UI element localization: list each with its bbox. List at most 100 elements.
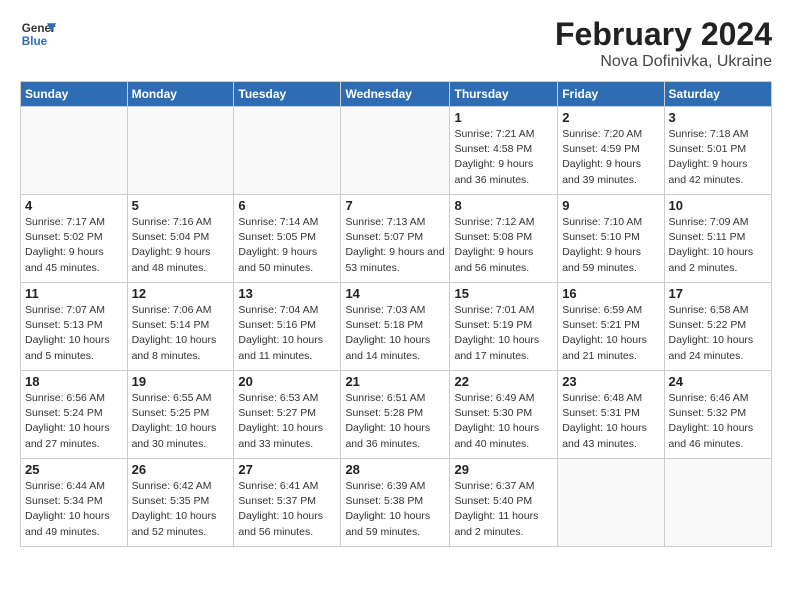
day-number: 28	[345, 462, 445, 477]
calendar-cell: 4 Sunrise: 7:17 AM Sunset: 5:02 PM Daylig…	[21, 195, 128, 283]
day-info: Sunrise: 6:41 AM Sunset: 5:37 PM Dayligh…	[238, 479, 336, 540]
day-number: 27	[238, 462, 336, 477]
calendar-cell: 18 Sunrise: 6:56 AM Sunset: 5:24 PM Dayli…	[21, 371, 128, 459]
calendar-cell: 3Sunrise: 7:18 AM Sunset: 5:01 PM Daylig…	[664, 107, 771, 195]
day-number: 29	[454, 462, 553, 477]
calendar-cell	[558, 459, 664, 547]
calendar-week-0: 1 Sunrise: 7:21 AM Sunset: 4:58 PM Daylig…	[21, 107, 772, 195]
svg-text:Blue: Blue	[22, 35, 48, 48]
day-info: Sunrise: 7:20 AM Sunset: 4:59 PM Dayligh…	[562, 127, 659, 188]
day-info: Sunrise: 7:12 AM Sunset: 5:08 PM Dayligh…	[454, 215, 553, 276]
calendar-header-friday: Friday	[558, 82, 664, 107]
day-info: Sunrise: 7:10 AM Sunset: 5:10 PM Dayligh…	[562, 215, 659, 276]
calendar-cell: 27 Sunrise: 6:41 AM Sunset: 5:37 PM Dayli…	[234, 459, 341, 547]
day-number: 5	[132, 198, 230, 213]
day-number: 17	[669, 286, 767, 301]
day-info: Sunrise: 6:59 AM Sunset: 5:21 PM Dayligh…	[562, 303, 659, 364]
title-area: February 2024 Nova Dofinivka, Ukraine	[555, 16, 772, 71]
calendar-header-sunday: Sunday	[21, 82, 128, 107]
day-number: 20	[238, 374, 336, 389]
day-number: 2	[562, 110, 659, 125]
calendar-cell: 13 Sunrise: 7:04 AM Sunset: 5:16 PM Dayli…	[234, 283, 341, 371]
day-info: Sunrise: 6:55 AM Sunset: 5:25 PM Dayligh…	[132, 391, 230, 452]
day-number: 1	[454, 110, 553, 125]
day-info: Sunrise: 6:37 AM Sunset: 5:40 PM Dayligh…	[454, 479, 553, 540]
day-info: Sunrise: 7:17 AM Sunset: 5:02 PM Dayligh…	[25, 215, 123, 276]
day-info: Sunrise: 6:48 AM Sunset: 5:31 PM Dayligh…	[562, 391, 659, 452]
calendar-cell: 29 Sunrise: 6:37 AM Sunset: 5:40 PM Dayli…	[450, 459, 558, 547]
day-number: 23	[562, 374, 659, 389]
day-number: 19	[132, 374, 230, 389]
page: General Blue February 2024 Nova Dofinivk…	[0, 0, 792, 612]
day-info: Sunrise: 7:01 AM Sunset: 5:19 PM Dayligh…	[454, 303, 553, 364]
calendar-header-row: SundayMondayTuesdayWednesdayThursdayFrid…	[21, 82, 772, 107]
calendar-cell: 17 Sunrise: 6:58 AM Sunset: 5:22 PM Dayli…	[664, 283, 771, 371]
calendar-cell: 9 Sunrise: 7:10 AM Sunset: 5:10 PM Daylig…	[558, 195, 664, 283]
day-number: 7	[345, 198, 445, 213]
calendar-cell: 20 Sunrise: 6:53 AM Sunset: 5:27 PM Dayli…	[234, 371, 341, 459]
subtitle: Nova Dofinivka, Ukraine	[555, 53, 772, 71]
day-info: Sunrise: 6:46 AM Sunset: 5:32 PM Dayligh…	[669, 391, 767, 452]
calendar-cell: 22 Sunrise: 6:49 AM Sunset: 5:30 PM Dayli…	[450, 371, 558, 459]
main-title: February 2024	[555, 16, 772, 53]
calendar-cell: 24Sunrise: 6:46 AM Sunset: 5:32 PM Dayli…	[664, 371, 771, 459]
calendar-header-saturday: Saturday	[664, 82, 771, 107]
calendar-cell: 15Sunrise: 7:01 AM Sunset: 5:19 PM Dayli…	[450, 283, 558, 371]
calendar-week-1: 4 Sunrise: 7:17 AM Sunset: 5:02 PM Daylig…	[21, 195, 772, 283]
calendar-week-3: 18 Sunrise: 6:56 AM Sunset: 5:24 PM Dayli…	[21, 371, 772, 459]
calendar-cell: 5 Sunrise: 7:16 AM Sunset: 5:04 PM Daylig…	[127, 195, 234, 283]
day-info: Sunrise: 7:16 AM Sunset: 5:04 PM Dayligh…	[132, 215, 230, 276]
day-number: 21	[345, 374, 445, 389]
calendar-cell: 14Sunrise: 7:03 AM Sunset: 5:18 PM Dayli…	[341, 283, 450, 371]
calendar-cell: 21Sunrise: 6:51 AM Sunset: 5:28 PM Dayli…	[341, 371, 450, 459]
calendar-cell: 10 Sunrise: 7:09 AM Sunset: 5:11 PM Dayli…	[664, 195, 771, 283]
day-number: 26	[132, 462, 230, 477]
day-number: 12	[132, 286, 230, 301]
calendar-header-tuesday: Tuesday	[234, 82, 341, 107]
day-info: Sunrise: 6:53 AM Sunset: 5:27 PM Dayligh…	[238, 391, 336, 452]
calendar-header-monday: Monday	[127, 82, 234, 107]
day-number: 6	[238, 198, 336, 213]
day-number: 18	[25, 374, 123, 389]
calendar-header-thursday: Thursday	[450, 82, 558, 107]
calendar-cell: 19 Sunrise: 6:55 AM Sunset: 5:25 PM Dayli…	[127, 371, 234, 459]
day-info: Sunrise: 7:07 AM Sunset: 5:13 PM Dayligh…	[25, 303, 123, 364]
day-number: 8	[454, 198, 553, 213]
logo-icon: General Blue	[20, 16, 56, 52]
calendar-cell	[127, 107, 234, 195]
calendar-week-2: 11Sunrise: 7:07 AM Sunset: 5:13 PM Dayli…	[21, 283, 772, 371]
day-info: Sunrise: 6:49 AM Sunset: 5:30 PM Dayligh…	[454, 391, 553, 452]
day-info: Sunrise: 7:13 AM Sunset: 5:07 PM Dayligh…	[345, 215, 445, 276]
day-number: 13	[238, 286, 336, 301]
calendar-cell: 25Sunrise: 6:44 AM Sunset: 5:34 PM Dayli…	[21, 459, 128, 547]
day-info: Sunrise: 7:03 AM Sunset: 5:18 PM Dayligh…	[345, 303, 445, 364]
calendar-cell: 8 Sunrise: 7:12 AM Sunset: 5:08 PM Daylig…	[450, 195, 558, 283]
calendar-header-wednesday: Wednesday	[341, 82, 450, 107]
day-number: 9	[562, 198, 659, 213]
calendar-cell: 23 Sunrise: 6:48 AM Sunset: 5:31 PM Dayli…	[558, 371, 664, 459]
day-info: Sunrise: 7:04 AM Sunset: 5:16 PM Dayligh…	[238, 303, 336, 364]
day-info: Sunrise: 7:06 AM Sunset: 5:14 PM Dayligh…	[132, 303, 230, 364]
calendar-cell	[21, 107, 128, 195]
day-info: Sunrise: 6:58 AM Sunset: 5:22 PM Dayligh…	[669, 303, 767, 364]
calendar-cell: 26 Sunrise: 6:42 AM Sunset: 5:35 PM Dayli…	[127, 459, 234, 547]
day-number: 4	[25, 198, 123, 213]
calendar-cell: 16Sunrise: 6:59 AM Sunset: 5:21 PM Dayli…	[558, 283, 664, 371]
calendar-cell: 2 Sunrise: 7:20 AM Sunset: 4:59 PM Daylig…	[558, 107, 664, 195]
day-info: Sunrise: 6:42 AM Sunset: 5:35 PM Dayligh…	[132, 479, 230, 540]
calendar-cell	[664, 459, 771, 547]
calendar-cell	[341, 107, 450, 195]
calendar-cell: 12 Sunrise: 7:06 AM Sunset: 5:14 PM Dayli…	[127, 283, 234, 371]
day-info: Sunrise: 7:21 AM Sunset: 4:58 PM Dayligh…	[454, 127, 553, 188]
calendar-table: SundayMondayTuesdayWednesdayThursdayFrid…	[20, 81, 772, 547]
day-number: 22	[454, 374, 553, 389]
day-info: Sunrise: 6:39 AM Sunset: 5:38 PM Dayligh…	[345, 479, 445, 540]
day-info: Sunrise: 6:56 AM Sunset: 5:24 PM Dayligh…	[25, 391, 123, 452]
day-info: Sunrise: 7:14 AM Sunset: 5:05 PM Dayligh…	[238, 215, 336, 276]
calendar-cell	[234, 107, 341, 195]
calendar-cell: 11Sunrise: 7:07 AM Sunset: 5:13 PM Dayli…	[21, 283, 128, 371]
day-number: 10	[669, 198, 767, 213]
calendar-week-4: 25Sunrise: 6:44 AM Sunset: 5:34 PM Dayli…	[21, 459, 772, 547]
day-number: 25	[25, 462, 123, 477]
day-info: Sunrise: 7:09 AM Sunset: 5:11 PM Dayligh…	[669, 215, 767, 276]
